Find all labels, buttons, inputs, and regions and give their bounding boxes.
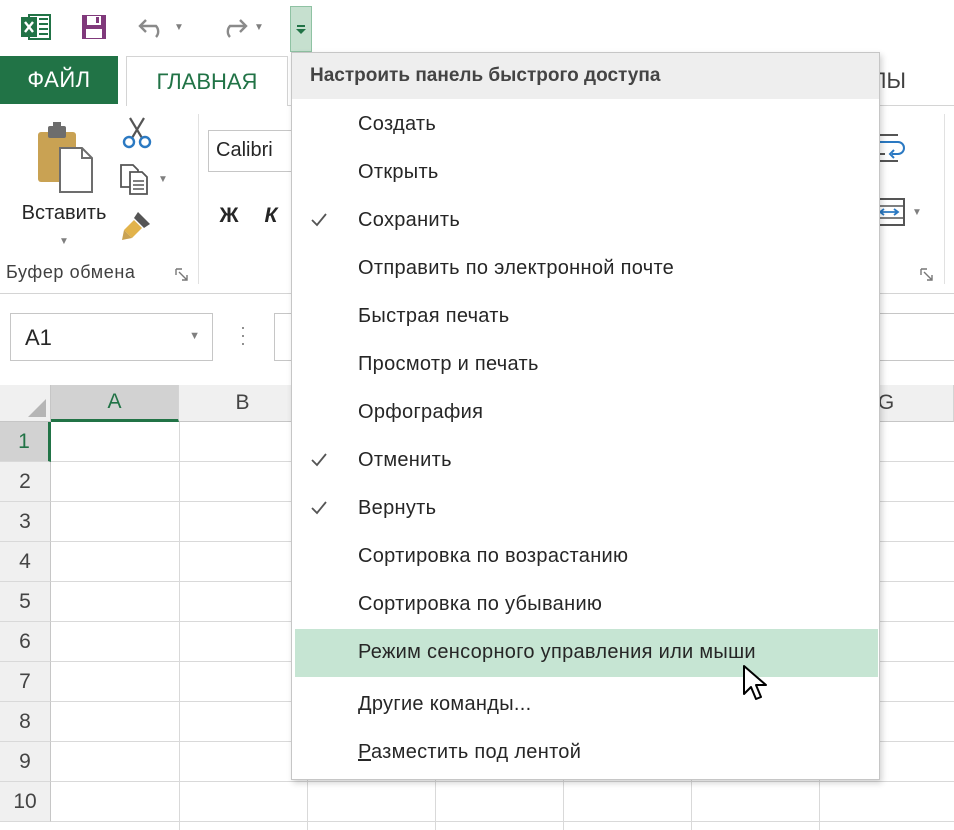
menu-item-open[interactable]: Открыть xyxy=(292,149,879,197)
menu-item-email[interactable]: Отправить по электронной почте xyxy=(292,245,879,293)
paintbrush-icon xyxy=(122,212,150,240)
tab-file[interactable]: ФАЙЛ xyxy=(0,56,118,104)
menu-item-save[interactable]: Сохранить xyxy=(292,197,879,245)
row-header[interactable]: 9 xyxy=(0,742,51,782)
menu-item-label: Просмотр и печать xyxy=(358,353,539,375)
menu-item-sort-descending[interactable]: Сортировка по убыванию xyxy=(292,581,879,629)
menu-item-spelling[interactable]: Орфография xyxy=(292,389,879,437)
more-icon[interactable]: · · · xyxy=(236,318,250,352)
save-icon xyxy=(82,15,106,39)
row-header[interactable]: 2 xyxy=(0,462,51,502)
gridline xyxy=(51,781,954,782)
tab-home[interactable]: ГЛАВНАЯ xyxy=(126,56,288,106)
row-header[interactable]: 3 xyxy=(0,502,51,542)
access-key: Р xyxy=(358,741,371,763)
format-painter-button[interactable] xyxy=(120,208,156,242)
redo-icon xyxy=(226,19,248,38)
menu-item-label: Открыть xyxy=(358,161,439,183)
customize-qat-icon xyxy=(296,25,306,34)
menu-item-label: Сортировка по возрастанию xyxy=(358,545,629,567)
menu-item-label: Быстрая печать xyxy=(358,305,510,327)
mouse-pointer-icon xyxy=(743,665,767,700)
chevron-down-icon[interactable]: ▼ xyxy=(912,207,922,218)
clipboard-icon xyxy=(38,122,93,193)
dialog-launcher-icon[interactable] xyxy=(175,268,189,282)
menu-item-label: Другие команды... xyxy=(358,693,531,716)
row-header[interactable]: 1 xyxy=(0,422,51,462)
chevron-down-icon[interactable]: ▼ xyxy=(8,236,120,247)
chevron-down-icon[interactable]: ▼ xyxy=(254,22,264,33)
clipboard-group-label: Буфер обмена xyxy=(6,262,136,282)
quick-access-toolbar: ▼ ▼ xyxy=(0,0,954,56)
row-header[interactable]: 4 xyxy=(0,542,51,582)
menu-item-redo[interactable]: Вернуть xyxy=(292,485,879,533)
menu-item-label: Создать xyxy=(358,113,437,135)
menu-item-new[interactable]: Создать xyxy=(292,101,879,149)
column-header[interactable]: B xyxy=(179,385,307,422)
italic-button[interactable]: К xyxy=(256,198,286,234)
menu-item-label: Сохранить xyxy=(358,209,461,231)
paste-label: Вставить xyxy=(21,202,107,224)
bold-button[interactable]: Ж xyxy=(214,198,244,234)
menu-item-label-rest: ругие команды... xyxy=(371,693,532,715)
font-name-combobox[interactable]: Calibri xyxy=(208,130,296,172)
row-header[interactable]: 5 xyxy=(0,582,51,622)
select-all-button[interactable] xyxy=(0,385,51,422)
gridline xyxy=(51,821,954,822)
gridline xyxy=(179,422,180,830)
chevron-down-icon[interactable]: ▼ xyxy=(189,330,200,342)
menu-item-touch-mouse-mode[interactable]: Режим сенсорного управления или мыши xyxy=(295,629,878,677)
merge-center-button[interactable]: ▼ xyxy=(872,194,934,230)
checkmark-icon xyxy=(311,453,327,467)
row-header[interactable]: 6 xyxy=(0,622,51,662)
menu-header: Настроить панель быстрого доступа xyxy=(292,53,879,99)
undo-icon xyxy=(138,19,160,38)
menu-item-label: Отменить xyxy=(358,449,452,471)
column-header[interactable]: A xyxy=(51,385,179,422)
checkmark-icon xyxy=(311,213,327,227)
group-divider xyxy=(944,114,945,284)
menu-item-show-below-ribbon[interactable]: Разместить под лентой xyxy=(292,729,879,777)
menu-item-undo[interactable]: Отменить xyxy=(292,437,879,485)
save-button[interactable] xyxy=(76,8,112,46)
scissors-icon xyxy=(122,117,152,149)
row-header[interactable]: 10 xyxy=(0,782,51,822)
row-header[interactable]: 7 xyxy=(0,662,51,702)
access-key: Д xyxy=(358,693,372,715)
excel-icon xyxy=(18,8,54,46)
copy-button[interactable]: ▼ xyxy=(118,162,180,196)
menu-item-label: Орфография xyxy=(358,401,484,423)
menu-item-label: Разместить под лентой xyxy=(358,741,581,764)
paste-button[interactable]: Вставить ▼ xyxy=(8,116,120,256)
menu-item-print-preview[interactable]: Просмотр и печать xyxy=(292,341,879,389)
copy-icon xyxy=(120,164,148,195)
dialog-launcher-icon[interactable] xyxy=(920,268,934,282)
menu-item-more-commands[interactable]: Другие команды... xyxy=(292,681,879,729)
menu-item-label: Отправить по электронной почте xyxy=(358,257,675,279)
cut-button[interactable] xyxy=(120,116,156,150)
menu-item-label: Вернуть xyxy=(358,497,437,519)
chevron-down-icon[interactable]: ▼ xyxy=(174,22,184,33)
menu-item-label: Сортировка по убыванию xyxy=(358,593,603,615)
checkmark-icon xyxy=(311,501,327,515)
customize-qat-button[interactable] xyxy=(290,6,312,52)
name-box-value: A1 xyxy=(25,325,52,350)
customize-qat-menu: Настроить панель быстрого доступа Создат… xyxy=(291,52,880,780)
undo-button[interactable]: ▼ xyxy=(132,8,190,46)
menu-item-label: Режим сенсорного управления или мыши xyxy=(358,641,756,663)
menu-item-label-rest: азместить под лентой xyxy=(370,741,582,763)
redo-button[interactable]: ▼ xyxy=(212,8,270,46)
chevron-down-icon[interactable]: ▼ xyxy=(158,174,168,185)
row-header[interactable]: 8 xyxy=(0,702,51,742)
menu-item-quick-print[interactable]: Быстрая печать xyxy=(292,293,879,341)
name-box[interactable]: A1 ▼ xyxy=(10,313,213,361)
group-divider xyxy=(198,114,199,284)
menu-item-sort-ascending[interactable]: Сортировка по возрастанию xyxy=(292,533,879,581)
